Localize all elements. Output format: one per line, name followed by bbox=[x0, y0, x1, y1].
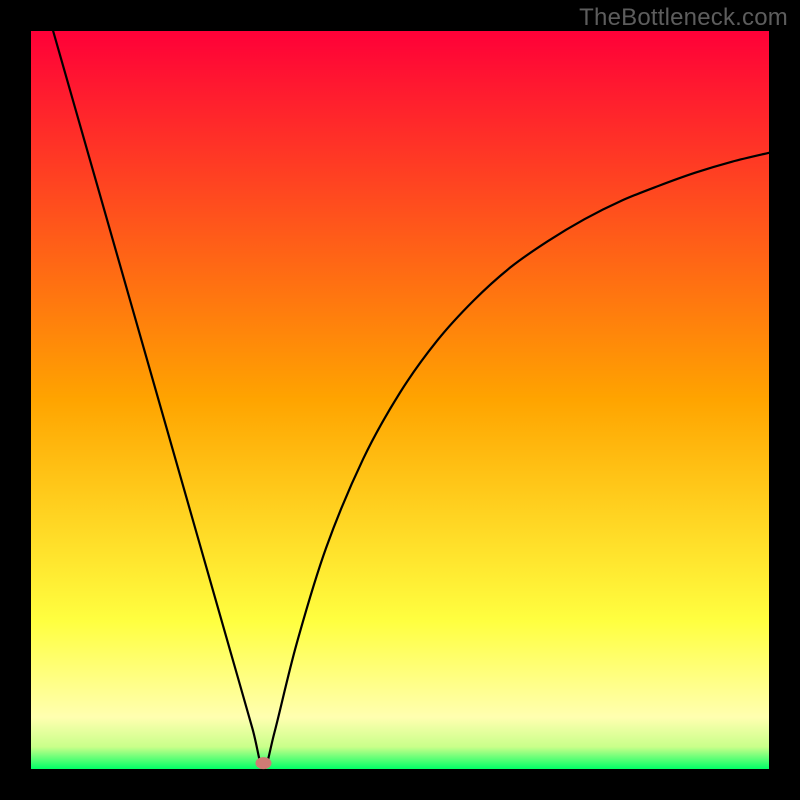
chart-container: { "watermark": "TheBottleneck.com", "cha… bbox=[0, 0, 800, 800]
watermark-text: TheBottleneck.com bbox=[579, 4, 788, 32]
bottleneck-chart bbox=[0, 0, 800, 800]
minimum-marker bbox=[255, 757, 271, 769]
plot-background bbox=[31, 31, 769, 769]
